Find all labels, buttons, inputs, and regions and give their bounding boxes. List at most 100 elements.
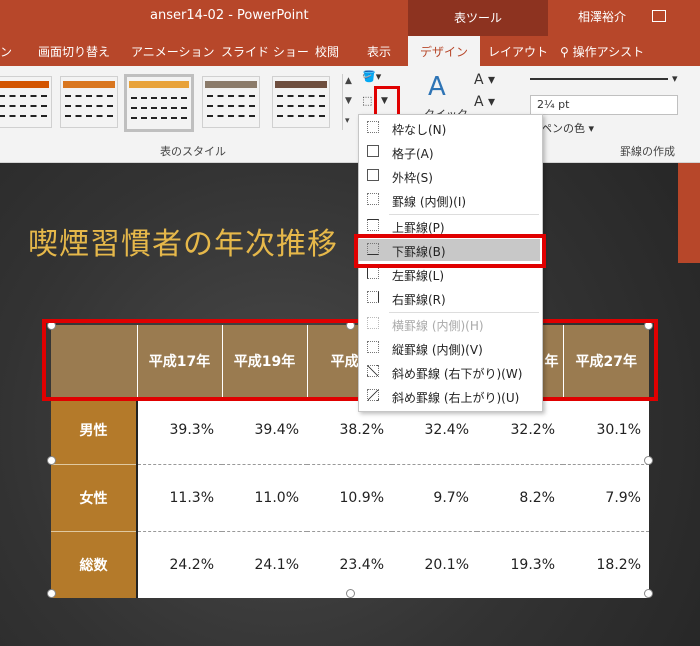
menu-item-label: 外枠(S) bbox=[392, 171, 433, 185]
style-row bbox=[0, 105, 47, 107]
data-table[interactable]: 平成17年 平成19年 平成2 年 平成27年 男性 39.3% 39.4% 3… bbox=[51, 325, 649, 598]
inside-borders-icon bbox=[367, 193, 379, 205]
row-header-cell[interactable]: 女性 bbox=[51, 464, 138, 532]
table-cell[interactable]: 11.3% bbox=[137, 464, 222, 532]
shading-icon[interactable]: 🪣▾ bbox=[362, 70, 381, 83]
tab-design[interactable]: デザイン bbox=[408, 36, 481, 66]
tab-transitions[interactable]: 画面切り替え bbox=[38, 43, 110, 60]
header-cell[interactable]: 平成17年 bbox=[137, 325, 223, 397]
table-cell[interactable]: 9.7% bbox=[392, 464, 477, 532]
pen-weight-value: 2¼ pt bbox=[537, 98, 570, 111]
table-row: 女性 11.3% 11.0% 10.9% 9.7% 8.2% 7.9% bbox=[51, 464, 649, 532]
menu-item-inside-borders[interactable]: 罫線 (内側)(I) bbox=[359, 189, 540, 211]
outside-borders-icon bbox=[367, 169, 379, 181]
menu-item-right-border[interactable]: 右罫線(R) bbox=[359, 287, 540, 309]
table-cell[interactable]: 39.4% bbox=[222, 397, 307, 465]
resize-handle[interactable] bbox=[644, 456, 653, 465]
header-cell[interactable] bbox=[51, 325, 138, 397]
table-style-3-selected[interactable] bbox=[124, 74, 194, 132]
scroll-up-icon[interactable]: ▲ bbox=[345, 76, 352, 86]
menu-item-all-borders[interactable]: 格子(A) bbox=[359, 141, 540, 163]
wordart-icon[interactable]: A bbox=[428, 72, 446, 102]
inside-horizontal-icon bbox=[367, 317, 379, 329]
style-row bbox=[207, 95, 255, 97]
gallery-more-icon[interactable]: ▾ bbox=[345, 116, 350, 126]
resize-handle[interactable] bbox=[644, 589, 653, 598]
row-header-cell[interactable]: 男性 bbox=[51, 397, 138, 465]
tab-tell-me[interactable]: ⚲ 操作アシスト bbox=[560, 43, 644, 60]
table-cell[interactable]: 18.2% bbox=[563, 531, 649, 598]
menu-item-bottom-border[interactable]: 下罫線(B) bbox=[359, 239, 540, 261]
pen-weight-select[interactable]: 2¼ pt bbox=[530, 95, 678, 115]
style-row bbox=[131, 107, 187, 109]
borders-dropdown-arrow[interactable]: ▼ bbox=[381, 96, 388, 106]
resize-handle[interactable] bbox=[47, 321, 56, 330]
style-header-swatch bbox=[205, 81, 257, 88]
menu-item-outside-borders[interactable]: 外枠(S) bbox=[359, 165, 540, 187]
resize-handle[interactable] bbox=[47, 589, 56, 598]
style-row bbox=[277, 115, 325, 117]
menu-item-label: 縦罫線 (内側)(V) bbox=[392, 343, 483, 357]
table-cell[interactable]: 7.9% bbox=[563, 464, 649, 532]
tab-slideshow[interactable]: スライド ショー bbox=[221, 43, 309, 60]
menu-item-label: 格子(A) bbox=[392, 147, 434, 161]
table-cell[interactable]: 39.3% bbox=[137, 397, 222, 465]
tab-transitions-partial[interactable]: ン bbox=[0, 43, 12, 60]
menu-item-label: 横罫線 (内側)(H) bbox=[392, 319, 484, 333]
table-cell[interactable]: 19.3% bbox=[477, 531, 563, 598]
table-tools-group: 表ツール bbox=[408, 0, 548, 36]
scroll-down-icon[interactable]: ▼ bbox=[345, 96, 352, 106]
menu-item-top-border[interactable]: 上罫線(P) bbox=[359, 215, 540, 237]
header-cell[interactable]: 平成27年 bbox=[563, 325, 649, 397]
table-cell[interactable]: 10.9% bbox=[307, 464, 392, 532]
borders-group-label: 罫線の作成 bbox=[620, 145, 675, 158]
borders-dropdown-icon[interactable]: ⬚ bbox=[362, 94, 372, 107]
gallery-scroll[interactable]: ▲ ▼ ▾ bbox=[342, 74, 355, 130]
menu-item-left-border[interactable]: 左罫線(L) bbox=[359, 263, 540, 285]
tab-animations[interactable]: アニメーション bbox=[131, 43, 215, 60]
slide-title[interactable]: 喫煙習慣者の年次推移 bbox=[28, 219, 338, 263]
menu-item-label: 下罫線(B) bbox=[392, 245, 446, 259]
row-header-cell[interactable]: 総数 bbox=[51, 531, 138, 598]
table-cell[interactable]: 30.1% bbox=[563, 397, 649, 465]
tab-review[interactable]: 校閲 bbox=[315, 43, 339, 60]
menu-item-inside-vertical[interactable]: 縦罫線 (内側)(V) bbox=[359, 337, 540, 359]
resize-handle[interactable] bbox=[346, 589, 355, 598]
resize-handle[interactable] bbox=[47, 456, 56, 465]
table-cell[interactable]: 8.2% bbox=[477, 464, 563, 532]
table-row: 総数 24.2% 24.1% 23.4% 20.1% 19.3% 18.2% bbox=[51, 531, 649, 598]
table-style-5[interactable] bbox=[272, 76, 330, 128]
pen-style-arrow[interactable]: ▾ bbox=[672, 72, 678, 85]
table-style-1[interactable] bbox=[0, 76, 52, 128]
table-tools-label: 表ツール bbox=[454, 11, 503, 25]
table-header-row: 平成17年 平成19年 平成2 年 平成27年 bbox=[51, 325, 649, 397]
restore-icon[interactable] bbox=[652, 10, 666, 22]
table-row: 男性 39.3% 39.4% 38.2% 32.4% 32.2% 30.1% bbox=[51, 397, 649, 465]
table-cell[interactable]: 23.4% bbox=[307, 531, 392, 598]
style-row bbox=[65, 115, 113, 117]
style-row bbox=[277, 105, 325, 107]
tab-layout[interactable]: レイアウト bbox=[488, 43, 548, 60]
pen-color-button[interactable]: ペンの色 ▾ bbox=[541, 120, 594, 136]
table-style-2[interactable] bbox=[60, 76, 118, 128]
pen-style-line[interactable] bbox=[530, 78, 668, 80]
table-cell[interactable]: 11.0% bbox=[222, 464, 307, 532]
style-header-swatch bbox=[129, 81, 189, 88]
table-cell[interactable]: 20.1% bbox=[392, 531, 477, 598]
tab-view[interactable]: 表示 bbox=[367, 43, 391, 60]
menu-item-no-border[interactable]: 枠なし(N) bbox=[359, 117, 540, 139]
text-fill-icon[interactable]: A ▾ bbox=[474, 72, 495, 88]
table-style-4[interactable] bbox=[202, 76, 260, 128]
menu-item-label: 斜め罫線 (右上がり)(U) bbox=[392, 391, 520, 405]
menu-item-diagonal-up[interactable]: 斜め罫線 (右上がり)(U) bbox=[359, 385, 540, 407]
user-name[interactable]: 相澤裕介 bbox=[578, 8, 626, 25]
menu-item-diagonal-down[interactable]: 斜め罫線 (右下がり)(W) bbox=[359, 361, 540, 383]
resize-handle[interactable] bbox=[346, 321, 355, 330]
table-cell[interactable]: 24.2% bbox=[137, 531, 222, 598]
window-title: anser14-02 - PowerPoint bbox=[150, 8, 309, 23]
no-border-icon bbox=[367, 121, 379, 133]
text-outline-icon[interactable]: A ▾ bbox=[474, 94, 495, 110]
table-cell[interactable]: 24.1% bbox=[222, 531, 307, 598]
header-cell[interactable]: 平成19年 bbox=[222, 325, 308, 397]
resize-handle[interactable] bbox=[644, 321, 653, 330]
